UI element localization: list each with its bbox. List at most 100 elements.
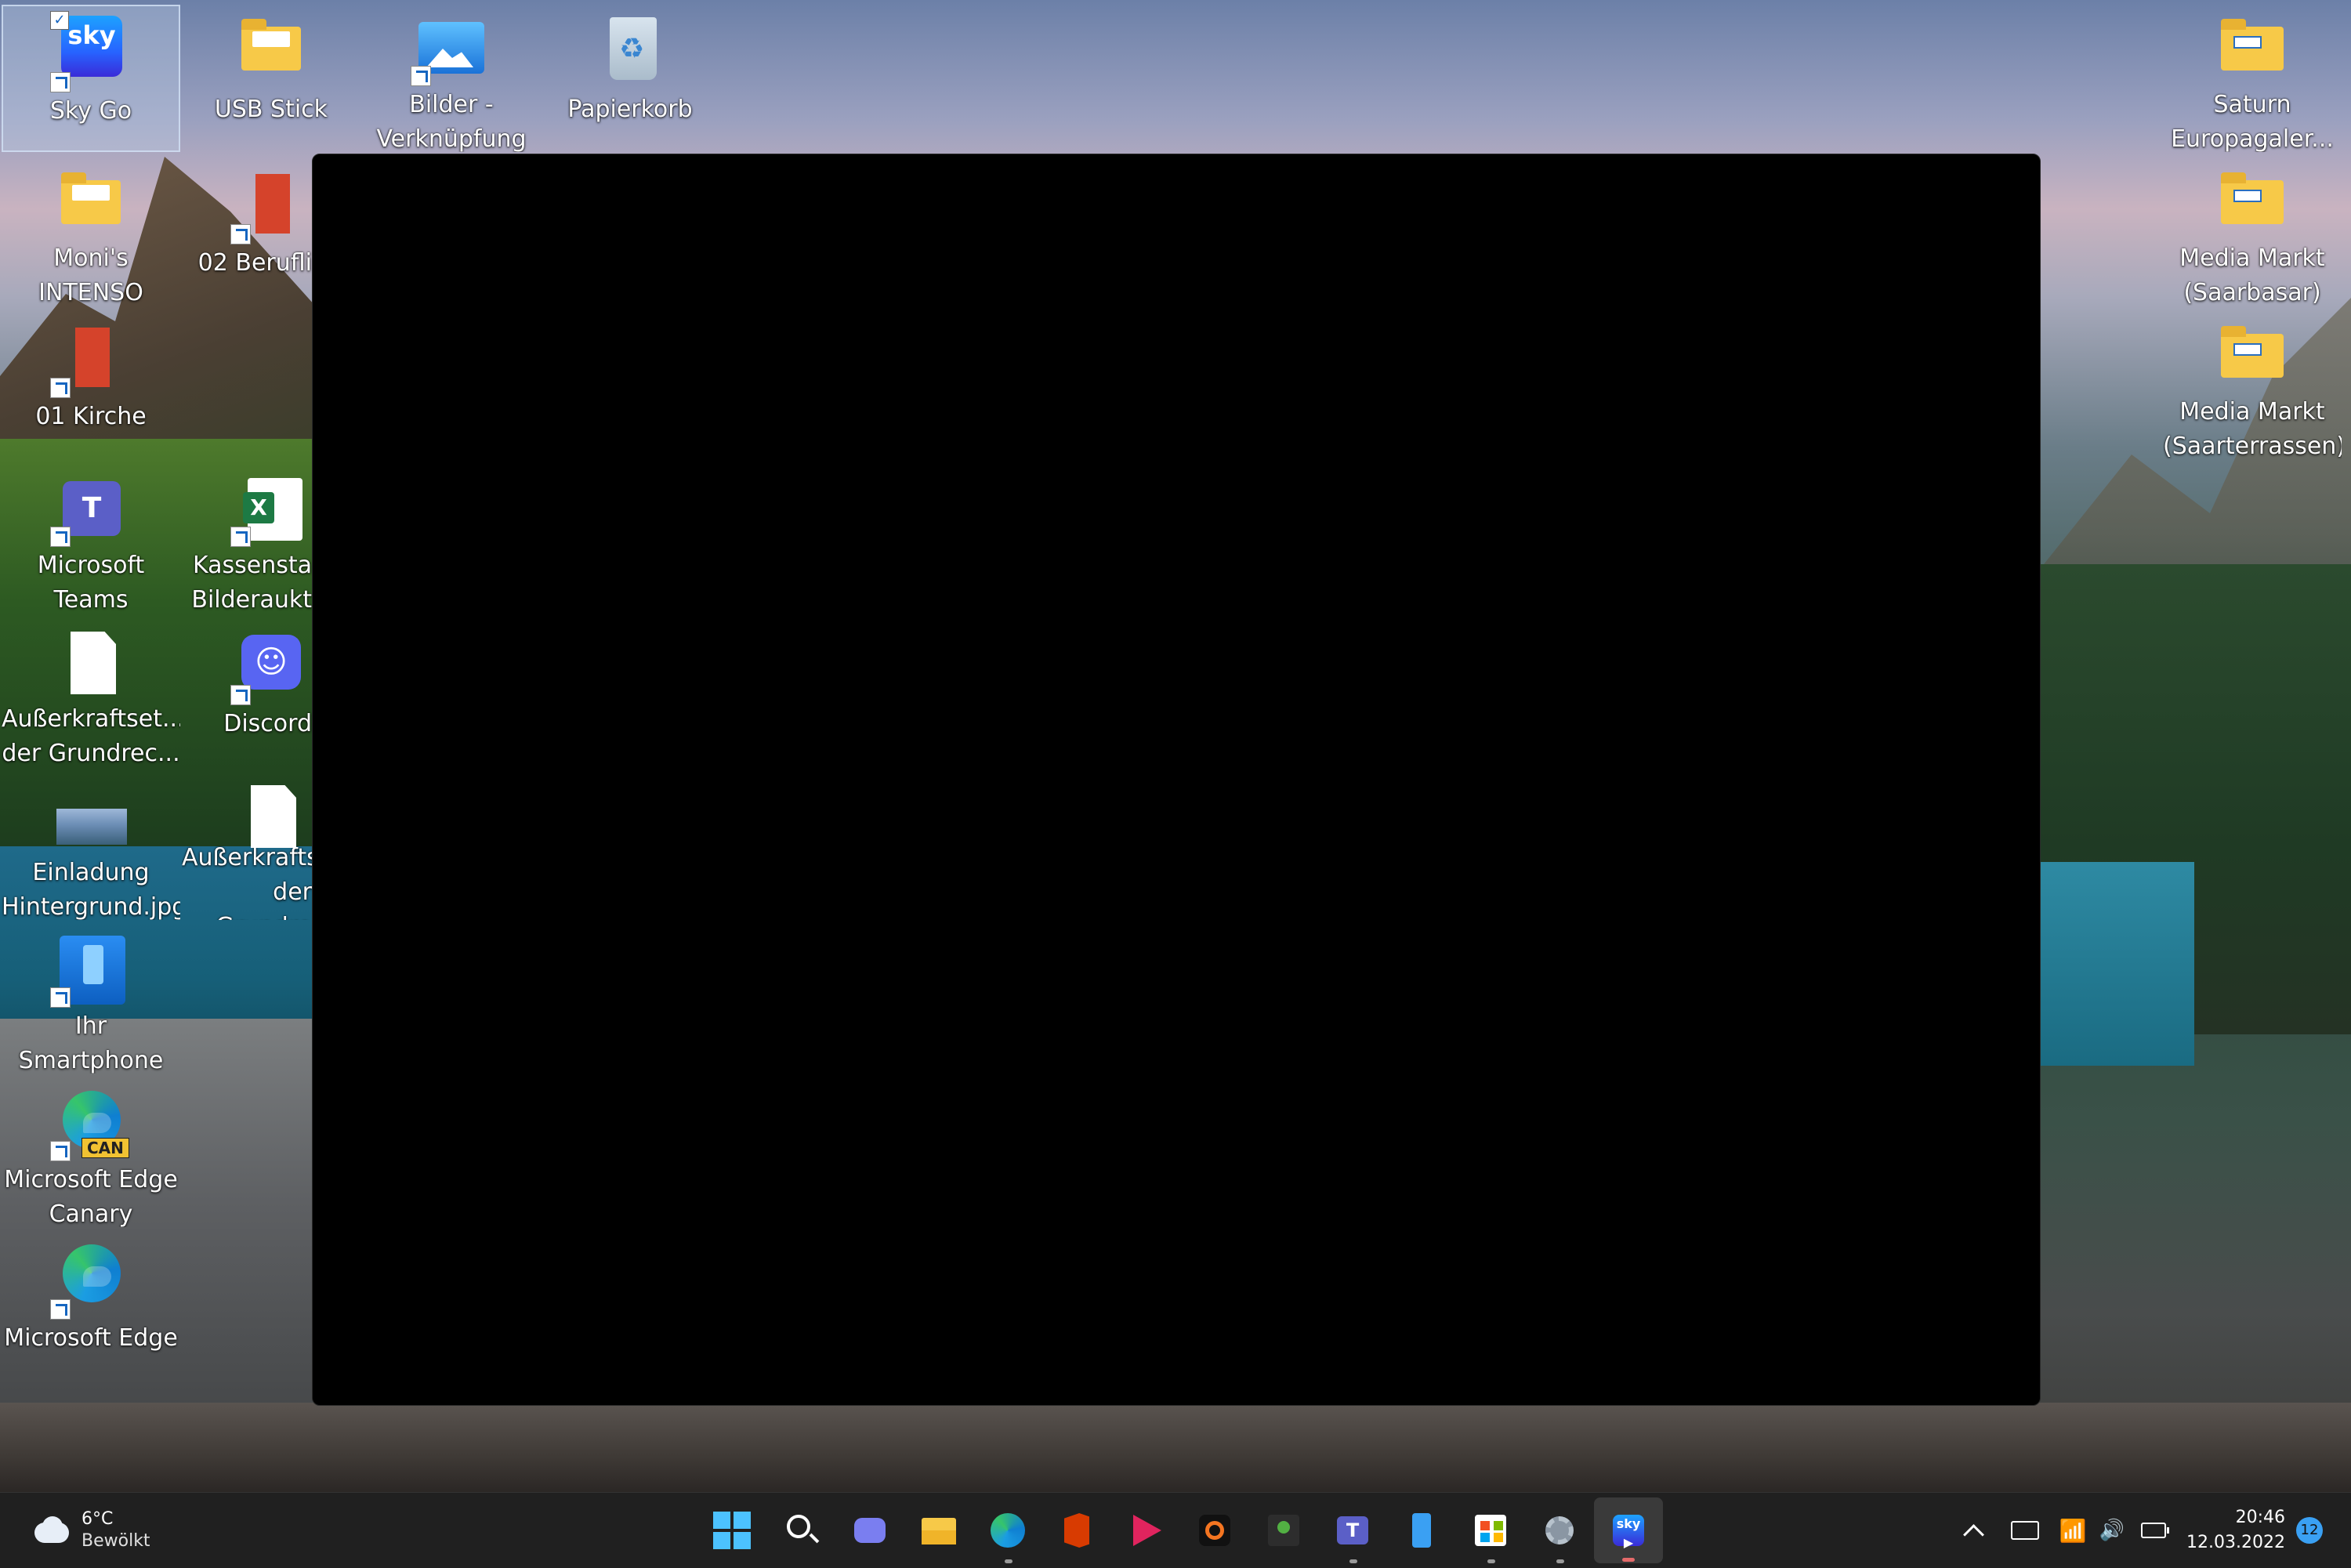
sky-go-icon: sky xyxy=(61,16,122,77)
network-button[interactable]: 📶 xyxy=(2053,1502,2092,1559)
notification-count-badge[interactable]: 12 xyxy=(2296,1517,2323,1544)
recycle-bin-icon xyxy=(610,17,657,80)
red-book-icon xyxy=(255,174,290,234)
shortcut-arrow-icon xyxy=(50,378,71,398)
taskbar-chat-button[interactable] xyxy=(835,1493,904,1568)
desktop-icon-label: USB Stick xyxy=(214,96,328,123)
taskbar-sky-go-button[interactable]: sky ▶ xyxy=(1594,1497,1663,1563)
taskbar-store-button[interactable] xyxy=(1456,1493,1525,1568)
taskbar-search-button[interactable] xyxy=(766,1493,835,1568)
desktop-icon-label: Microsoft Edge xyxy=(4,1324,178,1352)
desktop-icon-label: Media Markt (Saarterrassen) xyxy=(2163,397,2342,460)
app-window-black[interactable] xyxy=(312,154,2041,1406)
document-icon xyxy=(71,632,116,694)
excel-icon xyxy=(243,478,302,541)
desktop-icon-02-beruflich[interactable]: 02 Berufli xyxy=(182,158,312,306)
cloud-icon xyxy=(30,1516,72,1544)
clock-time: 20:46 xyxy=(2235,1508,2285,1527)
desktop-icon-label: Microsoft Teams xyxy=(37,551,145,614)
desktop-icon-label: Ihr Smartphone xyxy=(18,1012,164,1074)
taskbar-settings-button[interactable] xyxy=(1525,1493,1594,1568)
taskbar-phone-link-button[interactable] xyxy=(1387,1493,1456,1568)
speaker-icon: 🔊 xyxy=(2099,1519,2125,1542)
crunchyroll-icon xyxy=(1196,1512,1233,1549)
red-book-icon xyxy=(75,328,110,387)
taskbar-xbox-button[interactable] xyxy=(1249,1493,1318,1568)
desktop-icon-label: Kassensta Bilderaukt xyxy=(191,551,312,614)
show-hidden-icons-button[interactable] xyxy=(1950,1502,1997,1559)
system-tray: 📶 🔊 20:46 12.03.2022 12 xyxy=(1950,1493,2351,1568)
file-explorer-icon xyxy=(920,1512,958,1549)
shortcut-arrow-icon xyxy=(230,224,251,244)
desktop-icon-label: 02 Berufli xyxy=(197,249,312,277)
clock-button[interactable]: 20:46 12.03.2022 xyxy=(2175,1502,2296,1559)
touch-keyboard-button[interactable] xyxy=(1997,1502,2053,1559)
desktop-icon-papierkorb[interactable]: Papierkorb xyxy=(541,5,719,152)
desktop-icon-microsoft-edge[interactable]: Microsoft Edge xyxy=(2,1233,180,1381)
edge-icon xyxy=(63,1244,121,1302)
desktop-icon-bilder[interactable]: Bilder - Verknüpfung xyxy=(362,5,541,152)
weather-temp: 6°C xyxy=(82,1509,114,1529)
taskbar-apps: T sky ▶ xyxy=(697,1493,1663,1568)
shortcut-arrow-icon xyxy=(230,685,251,705)
teams-icon: T xyxy=(1334,1512,1371,1549)
desktop-icon-ihr-smartphone[interactable]: Ihr Smartphone xyxy=(2,926,180,1074)
shortcut-arrow-icon xyxy=(230,526,251,547)
desktop-icon-ausserkraftsetzung-1[interactable]: Außerkraftset... der Grundrec... xyxy=(2,619,180,766)
canary-badge: CAN xyxy=(82,1137,129,1158)
taskbar-edge-button[interactable] xyxy=(973,1493,1042,1568)
teams-icon: T xyxy=(63,481,121,536)
taskbar-office-button[interactable] xyxy=(1042,1493,1111,1568)
desktop-icon-label: Bilder - Verknüpfung xyxy=(376,90,527,153)
desktop-icon-monis-intenso[interactable]: Moni's INTENSO xyxy=(2,158,180,306)
shortcut-arrow-icon xyxy=(50,72,71,92)
shortcut-arrow-icon xyxy=(50,526,71,547)
document-icon xyxy=(251,785,296,848)
taskbar-teams-button[interactable]: T xyxy=(1318,1493,1387,1568)
sky-go-icon: sky ▶ xyxy=(1610,1512,1647,1550)
battery-icon xyxy=(2141,1523,2170,1538)
battery-button[interactable] xyxy=(2132,1502,2175,1559)
chevron-up-icon xyxy=(1962,1523,1984,1545)
desktop-icon-kassenstand[interactable]: Kassensta Bilderaukt xyxy=(182,465,312,613)
desktop-icon-einladung-hintergrund[interactable]: Einladung Hintergrund.jpg xyxy=(2,773,180,920)
keyboard-icon xyxy=(2011,1521,2040,1540)
weather-condition: Bewölkt xyxy=(82,1531,150,1551)
shop-folder-icon xyxy=(2221,172,2284,224)
active-indicator xyxy=(1622,1558,1635,1562)
folder-icon xyxy=(241,19,301,71)
desktop-icon-label: Außerkraftset... der Grundrec... xyxy=(2,704,180,767)
taskbar-start-button[interactable] xyxy=(697,1493,766,1568)
shortcut-arrow-icon xyxy=(50,987,71,1008)
desktop-icon-media-markt-saarterrassen[interactable]: Media Markt (Saarterrassen) xyxy=(2163,312,2342,459)
desktop-icon-edge-canary[interactable]: CAN Microsoft Edge Canary xyxy=(2,1080,180,1227)
running-indicator xyxy=(1349,1559,1357,1563)
desktop-icon-label: Papierkorb xyxy=(567,96,693,123)
desktop-icon-label: Discord xyxy=(223,710,312,737)
desktop-icon-saturn[interactable]: Saturn Europagaler... xyxy=(2163,5,2342,152)
xbox-icon xyxy=(1265,1512,1302,1549)
desktop-icon-microsoft-teams[interactable]: T Microsoft Teams xyxy=(2,465,180,613)
desktop-icon-label: Saturn Europagaler... xyxy=(2171,90,2334,153)
microsoft-store-icon xyxy=(1472,1512,1509,1549)
checkbox-icon[interactable]: ✓ xyxy=(50,11,69,30)
desktop-icon-usb-stick[interactable]: USB Stick xyxy=(182,5,360,152)
weather-widget[interactable]: 6°C Bewölkt xyxy=(30,1502,150,1559)
desktop-icon-01-kirche[interactable]: 01 Kirche xyxy=(2,312,180,459)
desktop-icon-media-markt-saarbasar[interactable]: Media Markt (Saarbasar) xyxy=(2163,158,2342,306)
shortcut-arrow-icon xyxy=(50,1140,71,1161)
taskbar-media-player-button[interactable] xyxy=(1111,1493,1180,1568)
desktop-icon-ausserkraftsetzung-2[interactable]: Außerkrafts der Grundre xyxy=(182,773,312,920)
desktop-icon-label: Außerkrafts der Grundre xyxy=(182,844,312,920)
desktop-icon-label: Media Markt (Saarbasar) xyxy=(2179,244,2325,306)
search-icon xyxy=(782,1512,820,1549)
volume-button[interactable]: 🔊 xyxy=(2092,1502,2132,1559)
media-play-icon xyxy=(1127,1512,1165,1549)
desktop-icon-label: Microsoft Edge Canary xyxy=(4,1165,178,1228)
desktop-icon-sky-go[interactable]: sky ✓ Sky Go xyxy=(2,5,180,152)
windows-start-icon xyxy=(713,1512,751,1549)
desktop-icon-discord[interactable]: ☺ Discord xyxy=(182,619,312,766)
taskbar-crunchyroll-button[interactable] xyxy=(1180,1493,1249,1568)
taskbar-file-explorer-button[interactable] xyxy=(904,1493,973,1568)
shortcut-arrow-icon xyxy=(50,1299,71,1320)
